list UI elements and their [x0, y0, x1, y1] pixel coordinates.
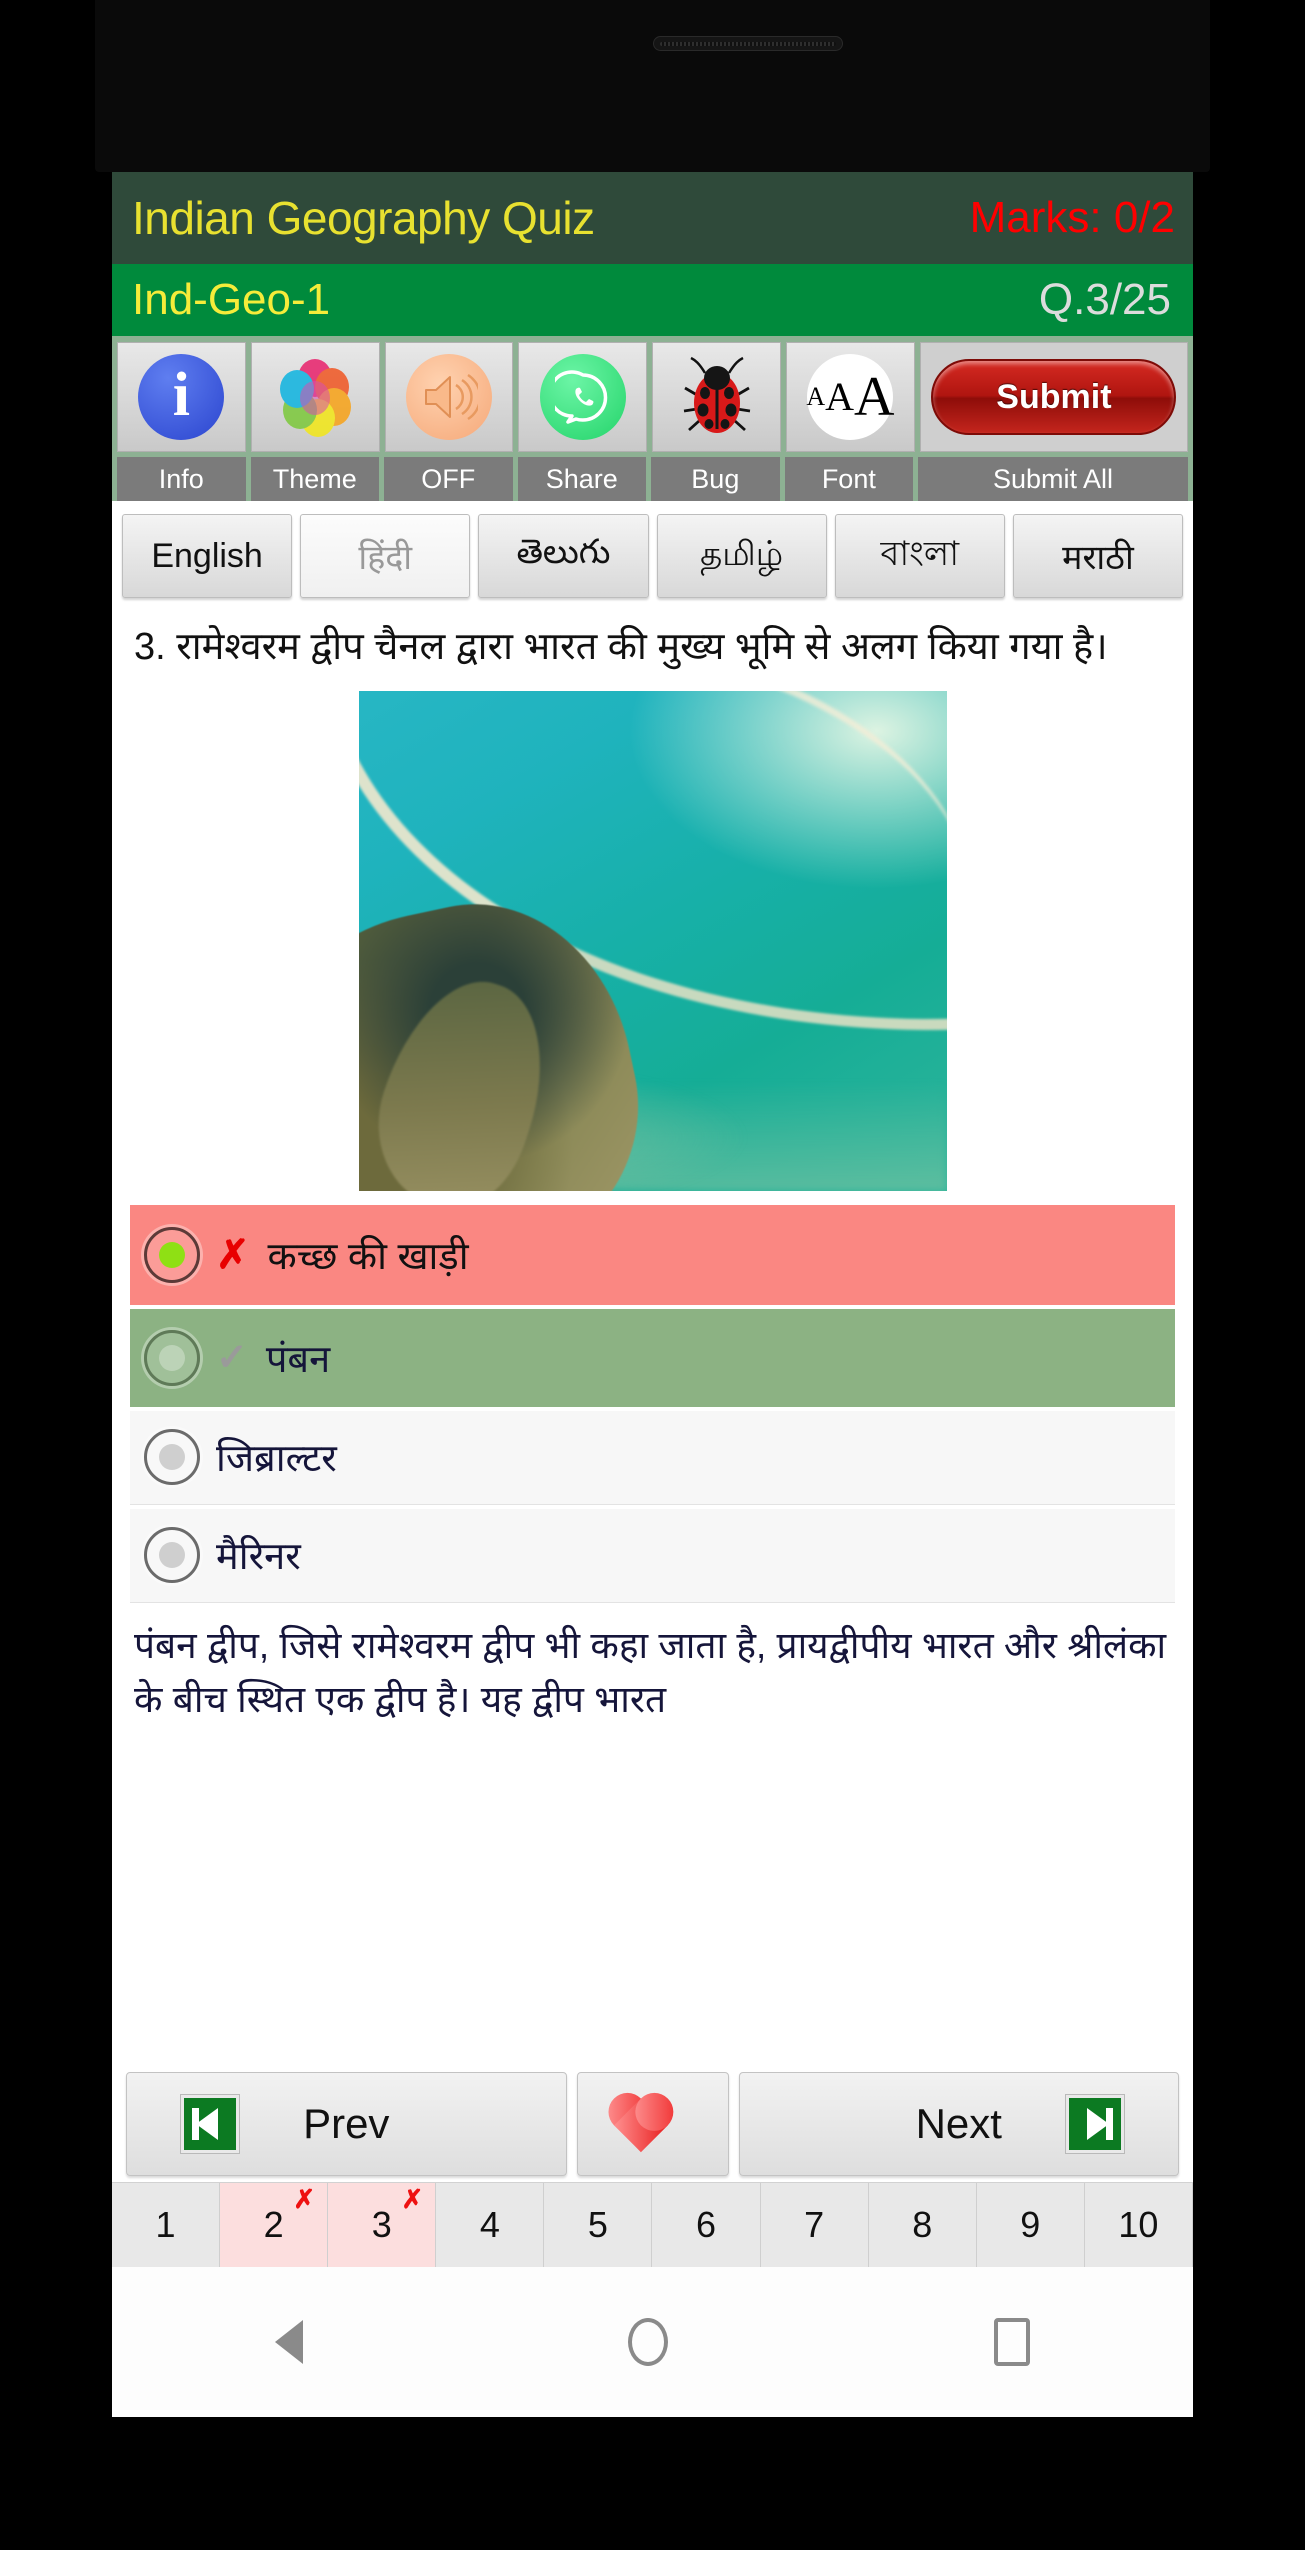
page-cell-4[interactable]: 4 — [436, 2183, 545, 2267]
report-bug-button[interactable] — [652, 342, 781, 452]
page-cell-2[interactable]: ✗ 2 — [220, 2183, 329, 2267]
wrong-answer-mark: ✗ — [216, 1232, 250, 1277]
back-icon[interactable] — [274, 2320, 303, 2364]
tab-bengali[interactable]: বাংলা — [834, 514, 1005, 598]
prev-button-label: Prev — [303, 2100, 390, 2147]
tab-english[interactable]: English — [122, 514, 293, 598]
page-cell-5[interactable]: 5 — [544, 2183, 653, 2267]
prev-question-button[interactable]: Prev — [126, 2072, 567, 2176]
radio-option-1[interactable] — [144, 1226, 200, 1283]
option-row-2[interactable]: ✓ पंबन — [130, 1308, 1175, 1407]
toolbar-label-font[interactable]: Font — [784, 457, 914, 501]
font-size-icon: AAA — [806, 354, 894, 440]
question-image-container — [112, 679, 1193, 1205]
share-button[interactable] — [518, 342, 648, 452]
phone-bezel — [95, 0, 1210, 172]
toolbar-label-share[interactable]: Share — [517, 457, 647, 501]
android-navigation-bar — [112, 2267, 1193, 2417]
toolbar-label-bug[interactable]: Bug — [651, 457, 780, 501]
tab-telugu[interactable]: తెలుగు — [478, 514, 649, 598]
skip-next-icon — [1064, 2094, 1125, 2154]
info-button[interactable] — [117, 342, 246, 452]
radio-option-4[interactable] — [144, 1527, 200, 1584]
option-label-3: जिब्राल्टर — [216, 1438, 337, 1481]
quiz-subtitle-bar: Ind-Geo-1 Q.3/25 — [112, 264, 1193, 336]
option-label-2: पंबन — [265, 1338, 331, 1381]
option-row-4[interactable]: मैरिनर — [130, 1508, 1175, 1603]
page-wrong-mark: ✗ — [401, 2184, 424, 2214]
font-size-button[interactable]: AAA — [785, 342, 915, 452]
question-navigation-bar: Prev Next — [112, 2066, 1193, 2182]
question-pagination: 1 ✗ 2 ✗ 3 4 5 6 7 8 9 10 — [112, 2182, 1193, 2267]
option-label-1: कच्छ की खाड़ी — [267, 1235, 469, 1278]
toolbar-icon-row: AAA Submit — [117, 342, 1189, 452]
page-wrong-mark: ✗ — [293, 2184, 316, 2214]
correct-answer-mark: ✓ — [216, 1337, 248, 1380]
page-cell-9[interactable]: 9 — [976, 2183, 1085, 2267]
color-wheel-icon — [272, 354, 358, 440]
heart-icon — [613, 2085, 692, 2163]
toolbar-label-info[interactable]: Info — [117, 457, 246, 501]
toolbar-label-theme[interactable]: Theme — [250, 457, 380, 501]
option-row-3[interactable]: जिब्राल्टर — [130, 1410, 1175, 1505]
explanation-text: पंबन द्वीप, जिसे रामेश्वरम द्वीप भी कहा … — [134, 1624, 1167, 1720]
tab-hindi[interactable]: हिंदी — [300, 514, 471, 598]
marks-badge: Marks: 0/2 — [969, 193, 1175, 242]
next-button-label: Next — [915, 2100, 1002, 2147]
toolbar-label-sound[interactable]: OFF — [384, 457, 513, 501]
radio-option-2[interactable] — [144, 1329, 200, 1386]
submit-button-label: Submit — [931, 359, 1177, 435]
tab-tamil[interactable]: தமிழ் — [656, 514, 827, 598]
app-title-bar: Indian Geography Quiz Marks: 0/2 — [112, 172, 1193, 264]
favorite-button[interactable] — [576, 2072, 729, 2176]
whatsapp-icon — [539, 354, 626, 440]
sound-toggle-button[interactable] — [384, 342, 514, 452]
page-cell-3[interactable]: ✗ 3 — [328, 2183, 437, 2267]
page-cell-8[interactable]: 8 — [868, 2183, 977, 2267]
submit-all-button[interactable]: Submit — [919, 342, 1189, 452]
quiz-app-screen: Indian Geography Quiz Marks: 0/2 Ind-Geo… — [112, 172, 1193, 2417]
recents-icon[interactable] — [994, 2318, 1031, 2366]
next-question-button[interactable]: Next — [738, 2072, 1179, 2176]
home-icon[interactable] — [628, 2318, 669, 2366]
question-counter: Q.3/25 — [1038, 275, 1171, 324]
theme-button[interactable] — [250, 342, 380, 452]
phone-frame: Indian Geography Quiz Marks: 0/2 Ind-Geo… — [0, 0, 1305, 2550]
earpiece-speaker-grille — [653, 36, 843, 51]
toolbar-label-submit-all[interactable]: Submit All — [918, 457, 1188, 501]
page-cell-7[interactable]: 7 — [760, 2183, 869, 2267]
toolbar-label-row: Info Theme OFF Share Bug Font Submit All — [117, 457, 1188, 501]
skip-previous-icon — [180, 2094, 241, 2154]
quiz-code-label: Ind-Geo-1 — [132, 275, 331, 324]
page-cell-1[interactable]: 1 — [112, 2183, 221, 2267]
question-text: 3. रामेश्वरम द्वीप चैनल द्वारा भारत की म… — [134, 626, 1108, 668]
page-title: Indian Geography Quiz — [132, 192, 595, 244]
action-toolbar: AAA Submit Info Theme OFF Share Bug Font… — [112, 336, 1193, 501]
language-tab-bar: English हिंदी తెలుగు தமிழ் বাংলা मराठी — [112, 501, 1193, 611]
info-icon — [138, 354, 225, 440]
answer-options-list: ✗ कच्छ की खाड़ी ✓ पंबन जिब्राल्टर मैरिनर — [112, 1204, 1193, 1603]
tab-marathi[interactable]: मराठी — [1012, 514, 1184, 598]
pamban-island-aerial-image — [358, 690, 947, 1191]
page-cell-10[interactable]: 10 — [1084, 2183, 1193, 2267]
option-label-4: मैरिनर — [216, 1536, 301, 1579]
option-row-1[interactable]: ✗ कच्छ की खाड़ी — [130, 1204, 1175, 1305]
speaker-icon — [405, 354, 492, 440]
ladybug-icon — [674, 354, 760, 440]
radio-option-3[interactable] — [144, 1429, 200, 1486]
page-cell-6[interactable]: 6 — [652, 2183, 761, 2267]
